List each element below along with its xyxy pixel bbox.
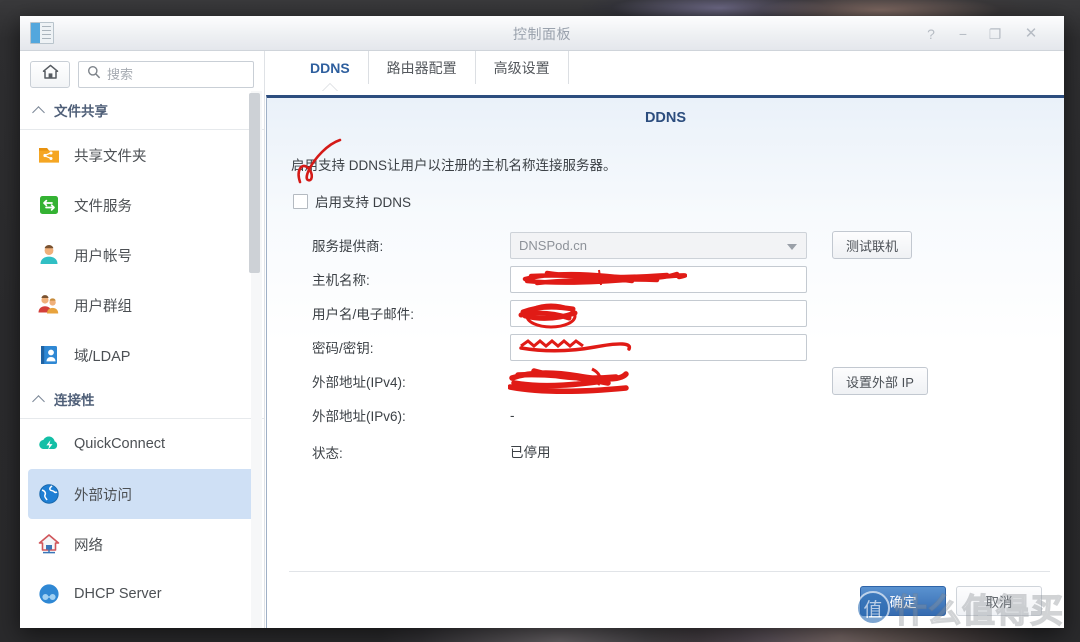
sidebar-item-label: DHCP Server: [74, 586, 162, 602]
sidebar-scrollbar-track[interactable]: [249, 91, 262, 628]
sidebar-nav-scroll: 文件共享 共享文件夹 文件服务 用户帐号 用户群组 域/LDAP 连接性 Qui…: [20, 91, 264, 628]
file-service-icon: [36, 192, 62, 218]
redaction-scribble: [522, 269, 687, 285]
sidebar-group-label: 文件共享: [54, 104, 108, 119]
form-row-password: 密码/密钥:: [312, 330, 1064, 364]
sidebar-item-label: 网络: [74, 537, 103, 554]
status-value: 已停用: [510, 444, 551, 460]
ddns-dialog: DDNS 启用支持 DDNS让用户以注册的主机名称连接服务器。 启用支持 DDN…: [266, 95, 1064, 628]
window-titlebar[interactable]: 控制面板 ? − ❐ ✕: [20, 16, 1064, 51]
ok-button[interactable]: 确定: [860, 586, 946, 616]
control-panel-window: 控制面板 ? − ❐ ✕ 搜索 文件共享 共享文件夹 文件服务 用户帐号 用户群…: [20, 16, 1064, 628]
label-hostname: 主机名称:: [312, 273, 370, 288]
tab-advanced-settings[interactable]: 高级设置: [476, 51, 569, 84]
sidebar-item-shared-folder[interactable]: 共享文件夹: [28, 130, 256, 180]
ddns-form: 服务提供商: DNSPod.cn 测试联机 主机名称: 用户名/电子邮件: 密码…: [267, 228, 1064, 472]
search-input[interactable]: [107, 66, 245, 82]
home-button[interactable]: [30, 60, 70, 88]
tab-label: DDNS: [310, 59, 350, 76]
window-title: 控制面板: [513, 26, 571, 42]
sidebar-group-connectivity[interactable]: 连接性: [20, 380, 264, 419]
tab-label: 路由器配置: [386, 59, 457, 76]
sidebar-item-quickconnect[interactable]: QuickConnect: [28, 419, 256, 469]
enable-ddns-row[interactable]: 启用支持 DDNS: [267, 174, 1064, 211]
search-box[interactable]: [78, 60, 254, 88]
label-username: 用户名/电子邮件:: [312, 307, 415, 322]
sidebar-item-label: 文件服务: [74, 198, 132, 215]
external-access-icon: [36, 481, 62, 507]
minimize-icon[interactable]: −: [952, 24, 974, 44]
sidebar-toolbar: [20, 51, 264, 91]
chevron-up-icon: [34, 105, 45, 116]
label-external-ipv4: 外部地址(IPv4):: [312, 375, 406, 390]
sidebar-item-label: 外部访问: [74, 487, 132, 504]
footer-separator: [289, 571, 1050, 572]
sidebar-group-file-sharing[interactable]: 文件共享: [20, 91, 264, 130]
sidebar-item-domain-ldap[interactable]: 域/LDAP: [28, 330, 256, 380]
search-icon: [87, 65, 101, 84]
dhcp-server-icon: [36, 581, 62, 607]
content-panel: DDNS 路由器配置 高级设置 DDNS 启用支持 DDNS让用户以注册的主机名…: [266, 51, 1064, 628]
domain-ldap-icon: [36, 342, 62, 368]
provider-value: DNSPod.cn: [519, 237, 587, 253]
form-row-username: 用户名/电子邮件:: [312, 296, 1064, 330]
form-row-status: 状态: 已停用: [312, 432, 1064, 472]
enable-ddns-label: 启用支持 DDNS: [315, 195, 412, 210]
shared-folder-icon: [36, 142, 62, 168]
username-input[interactable]: [510, 299, 807, 328]
form-row-external-ipv4: 外部地址(IPv4): 设置外部 IP: [312, 364, 1064, 398]
home-icon: [42, 64, 59, 85]
close-icon[interactable]: ✕: [1020, 24, 1042, 44]
sidebar-item-label: 域/LDAP: [74, 348, 131, 365]
tab-label: 高级设置: [493, 59, 550, 76]
sidebar-item-label: 用户帐号: [74, 248, 132, 265]
user-group-icon: [36, 292, 62, 318]
external-ipv4-value: [508, 367, 807, 395]
sidebar: 文件共享 共享文件夹: [20, 51, 265, 628]
sidebar-item-label: 用户群组: [74, 298, 132, 315]
sidebar-item-user-account[interactable]: 用户帐号: [28, 230, 256, 280]
quickconnect-icon: [36, 431, 62, 457]
dialog-title: DDNS: [644, 110, 687, 126]
maximize-icon[interactable]: ❐: [984, 24, 1006, 44]
dialog-footer: 确定 取消: [860, 586, 1042, 616]
redaction-scribble: [519, 338, 632, 353]
sidebar-item-file-service[interactable]: 文件服务: [28, 180, 256, 230]
label-external-ipv6: 外部地址(IPv6):: [312, 409, 406, 424]
label-provider: 服务提供商:: [312, 239, 384, 254]
sidebar-item-network[interactable]: 网络: [28, 519, 256, 569]
set-external-ip-button[interactable]: 设置外部 IP: [832, 367, 928, 395]
tab-bar: DDNS 路由器配置 高级设置: [266, 51, 1064, 84]
hostname-input[interactable]: [510, 265, 807, 293]
tab-router-config[interactable]: 路由器配置: [369, 51, 476, 84]
enable-ddns-checkbox[interactable]: [293, 193, 308, 209]
user-account-icon: [36, 242, 62, 268]
sidebar-group-label: 连接性: [54, 393, 95, 408]
form-row-provider: 服务提供商: DNSPod.cn 测试联机: [312, 228, 1064, 262]
form-row-external-ipv6: 外部地址(IPv6): -: [312, 398, 1064, 432]
sidebar-scrollbar-thumb[interactable]: [249, 93, 260, 273]
sidebar-item-label: 共享文件夹: [74, 148, 147, 165]
redaction-scribble: [508, 367, 629, 394]
network-icon: [36, 531, 62, 557]
dialog-description: 启用支持 DDNS让用户以注册的主机名称连接服务器。: [291, 158, 617, 173]
redaction-scribble: [518, 303, 578, 328]
form-row-hostname: 主机名称:: [312, 262, 1064, 296]
external-ipv6-value: -: [510, 407, 515, 423]
sidebar-item-external-access[interactable]: 外部访问: [28, 469, 256, 519]
help-icon[interactable]: ?: [920, 24, 942, 44]
chevron-down-icon: [787, 243, 797, 250]
cancel-button[interactable]: 取消: [956, 586, 1042, 616]
sidebar-item-user-group[interactable]: 用户群组: [28, 280, 256, 330]
label-status: 状态:: [312, 446, 343, 461]
provider-select[interactable]: DNSPod.cn: [510, 231, 807, 259]
sidebar-item-label: QuickConnect: [74, 436, 166, 452]
label-password: 密码/密钥:: [312, 341, 374, 356]
sidebar-item-dhcp-server[interactable]: DHCP Server: [28, 569, 256, 619]
password-input[interactable]: [510, 333, 807, 361]
chevron-up-icon: [34, 394, 45, 405]
test-connection-button[interactable]: 测试联机: [832, 231, 913, 259]
tab-ddns[interactable]: DDNS: [292, 51, 369, 84]
